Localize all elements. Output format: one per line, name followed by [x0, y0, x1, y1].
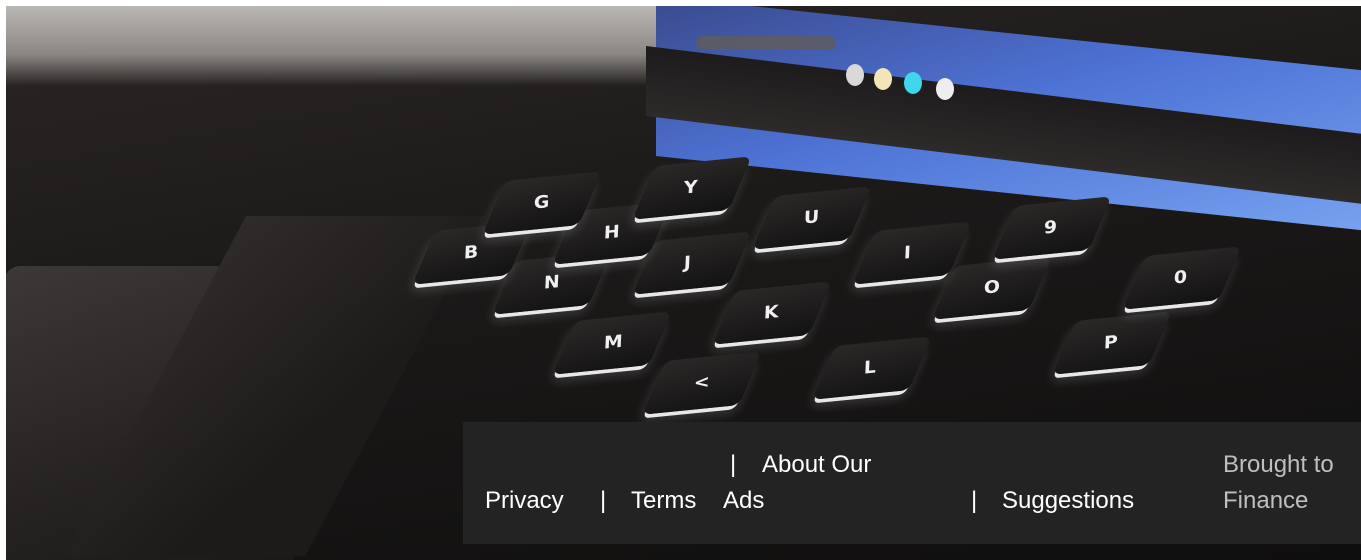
keyboard-key: U [752, 186, 872, 250]
indicator-light [874, 68, 892, 90]
suggestions-link[interactable]: Suggestions [1002, 486, 1134, 516]
credit-text-line2: Finance [1223, 487, 1309, 514]
keyboard-key: L [812, 336, 932, 400]
privacy-link[interactable]: Privacy [485, 486, 564, 516]
keyboard-key: Y [632, 156, 752, 220]
keyboard-key: < [642, 351, 762, 415]
footer-separator: | [971, 487, 978, 514]
footer-separator: | [600, 487, 607, 514]
keyboard-key: P [1052, 311, 1172, 375]
about-ads-link-line2[interactable]: Ads [723, 486, 764, 516]
keyboard-key: 0 [1122, 246, 1242, 310]
keyboard-key: M [552, 311, 672, 375]
footer-bar: Privacy | Terms | About Our Ads | Sugges… [463, 422, 1361, 544]
keyboard-key: K [712, 281, 832, 345]
footer-separator: | [730, 451, 737, 478]
terms-link[interactable]: Terms [631, 486, 696, 516]
bezel-label [696, 36, 836, 50]
indicator-light [904, 72, 922, 94]
credit-text-line1: Brought to [1223, 451, 1334, 478]
background-wall [6, 6, 706, 86]
about-ads-link-line1[interactable]: About Our [762, 450, 871, 480]
indicator-light [846, 64, 864, 86]
keyboard-key: 9 [992, 196, 1112, 260]
indicator-light [936, 78, 954, 100]
